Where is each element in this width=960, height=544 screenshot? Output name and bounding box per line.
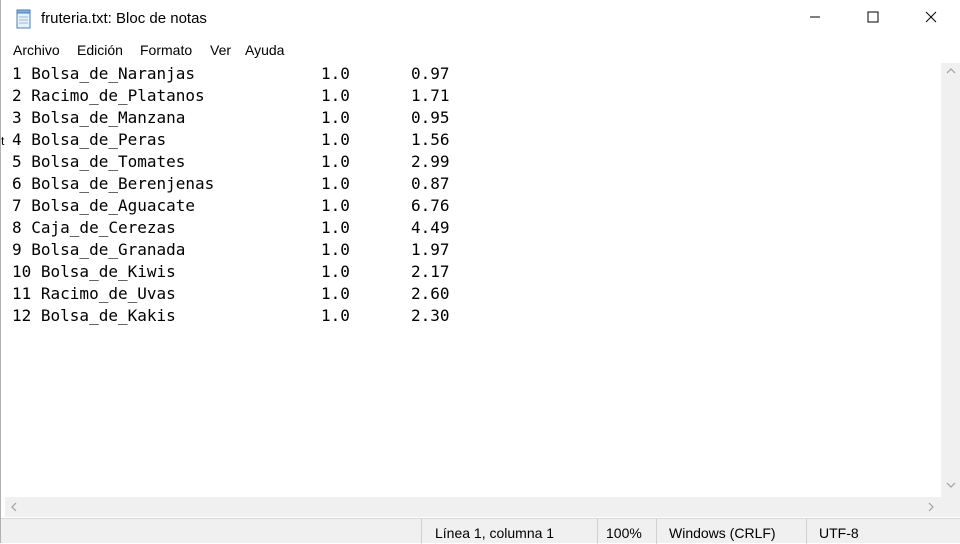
- item-name: 10 Bolsa_de_Kiwis: [12, 262, 176, 281]
- item-qty: 1.0: [321, 152, 350, 171]
- item-name: 11 Racimo_de_Uvas: [12, 284, 176, 303]
- item-name: 8 Caja_de_Cerezas: [12, 218, 176, 237]
- menu-bar: Archivo Edición Formato Ver Ayuda: [1, 40, 960, 62]
- status-divider: [597, 519, 598, 544]
- window-title: fruteria.txt: Bloc de notas: [41, 10, 207, 27]
- item-qty: 1.0: [321, 218, 350, 237]
- cursor-position: Línea 1, columna 1: [435, 525, 555, 541]
- item-qty: 1.0: [321, 108, 350, 127]
- title-bar[interactable]: fruteria.txt: Bloc de notas: [1, 0, 960, 38]
- item-price: 1.56: [411, 130, 450, 149]
- text-line: 5 Bolsa_de_Tomates 1.0 2.99: [12, 151, 450, 173]
- item-qty: 1.0: [321, 196, 350, 215]
- item-price: 2.30: [411, 306, 450, 325]
- menu-ver[interactable]: Ver: [210, 42, 231, 58]
- maximize-button[interactable]: [844, 0, 902, 38]
- item-price: 2.99: [411, 152, 450, 171]
- item-name: 7 Bolsa_de_Aguacate: [12, 196, 196, 215]
- item-qty: 1.0: [321, 130, 350, 149]
- status-bar: Línea 1, columna 1 100% Windows (CRLF) U…: [1, 518, 960, 544]
- notepad-window: fruteria.txt: Bloc de notas Archivo Edic…: [0, 0, 960, 544]
- text-line: 8 Caja_de_Cerezas 1.0 4.49: [12, 217, 450, 239]
- item-price: 0.95: [411, 108, 450, 127]
- maximize-icon: [867, 10, 879, 28]
- item-qty: 1.0: [321, 174, 350, 193]
- scroll-down-icon[interactable]: [946, 481, 956, 492]
- text-line: 3 Bolsa_de_Manzana 1.0 0.95: [12, 107, 450, 129]
- item-price: 0.97: [411, 64, 450, 83]
- text-line: 10 Bolsa_de_Kiwis 1.0 2.17: [12, 261, 450, 283]
- item-qty: 1.0: [321, 64, 350, 83]
- item-price: 4.49: [411, 218, 450, 237]
- item-price: 6.76: [411, 196, 450, 215]
- notepad-icon: [15, 9, 33, 29]
- text-editor[interactable]: 1 Bolsa_de_Naranjas 1.0 0.97 2 Racimo_de…: [5, 63, 941, 497]
- vertical-scrollbar[interactable]: [941, 63, 960, 497]
- text-line: 6 Bolsa_de_Berenjenas 1.0 0.87: [12, 173, 450, 195]
- status-divider: [656, 519, 657, 544]
- item-qty: 1.0: [321, 262, 350, 281]
- close-icon: [925, 10, 937, 28]
- menu-edicion[interactable]: Edición: [77, 42, 123, 58]
- item-name: 1 Bolsa_de_Naranjas: [12, 64, 196, 83]
- edge-glyph: t: [1, 134, 5, 148]
- text-line: 4 Bolsa_de_Peras 1.0 1.56: [12, 129, 450, 151]
- minimize-button[interactable]: [786, 0, 844, 38]
- text-line: 9 Bolsa_de_Granada 1.0 1.97: [12, 239, 450, 261]
- zoom-level: 100%: [606, 525, 642, 541]
- status-divider: [806, 519, 807, 544]
- item-name: 9 Bolsa_de_Granada: [12, 240, 186, 259]
- text-line: 7 Bolsa_de_Aguacate 1.0 6.76: [12, 195, 450, 217]
- scroll-right-icon[interactable]: [927, 502, 935, 515]
- item-qty: 1.0: [321, 284, 350, 303]
- item-qty: 1.0: [321, 240, 350, 259]
- text-line: 12 Bolsa_de_Kakis 1.0 2.30: [12, 305, 450, 327]
- item-qty: 1.0: [321, 306, 350, 325]
- item-name: 6 Bolsa_de_Berenjenas: [12, 174, 215, 193]
- text-line: 2 Racimo_de_Platanos 1.0 1.71: [12, 85, 450, 107]
- horizontal-scrollbar[interactable]: [5, 497, 941, 517]
- item-qty: 1.0: [321, 86, 350, 105]
- item-price: 0.87: [411, 174, 450, 193]
- item-price: 1.97: [411, 240, 450, 259]
- minimize-icon: [809, 10, 821, 28]
- text-line: 11 Racimo_de_Uvas 1.0 2.60: [12, 283, 450, 305]
- scrollbar-corner: [941, 497, 960, 517]
- item-price: 2.60: [411, 284, 450, 303]
- item-name: 2 Racimo_de_Platanos: [12, 86, 205, 105]
- menu-ayuda[interactable]: Ayuda: [245, 42, 284, 58]
- scroll-left-icon[interactable]: [10, 502, 18, 515]
- encoding: UTF-8: [819, 525, 859, 541]
- item-name: 4 Bolsa_de_Peras: [12, 130, 167, 149]
- item-name: 3 Bolsa_de_Manzana: [12, 108, 186, 127]
- item-price: 1.71: [411, 86, 450, 105]
- status-divider: [421, 519, 422, 544]
- text-line: 1 Bolsa_de_Naranjas 1.0 0.97: [12, 63, 450, 85]
- menu-formato[interactable]: Formato: [140, 42, 192, 58]
- item-price: 2.17: [411, 262, 450, 281]
- close-button[interactable]: [902, 0, 960, 38]
- item-name: 5 Bolsa_de_Tomates: [12, 152, 186, 171]
- menu-archivo[interactable]: Archivo: [13, 42, 60, 58]
- scroll-up-icon[interactable]: [946, 67, 956, 78]
- item-name: 12 Bolsa_de_Kakis: [12, 306, 176, 325]
- line-endings: Windows (CRLF): [669, 525, 776, 541]
